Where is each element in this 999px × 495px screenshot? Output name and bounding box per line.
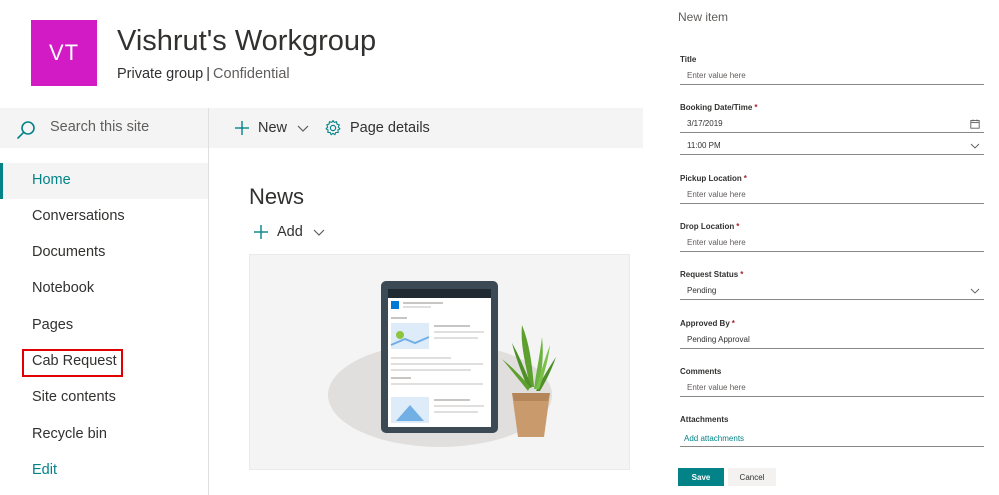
booking-time-select[interactable]: 11:00 PM bbox=[680, 137, 984, 155]
cab-request-highlight bbox=[22, 349, 123, 377]
gear-icon bbox=[325, 119, 341, 136]
request-status-label: Request Status * bbox=[680, 270, 743, 279]
nav-item-home[interactable]: Home bbox=[0, 163, 208, 199]
nav-item-recycle-bin[interactable]: Recycle bin bbox=[0, 417, 208, 453]
pickup-location-placeholder: Enter value here bbox=[687, 190, 746, 199]
nav-item-label: Site contents bbox=[32, 389, 116, 405]
nav-item-notebook[interactable]: Notebook bbox=[0, 271, 208, 307]
approved-by-label: Approved By * bbox=[680, 319, 735, 328]
nav-item-site-contents[interactable]: Site contents bbox=[0, 380, 208, 416]
site-search-box[interactable]: Search this site bbox=[0, 108, 208, 148]
title-input-placeholder: Enter value here bbox=[687, 71, 746, 80]
page-details-button[interactable]: Page details bbox=[324, 117, 430, 139]
booking-time-value: 11:00 PM bbox=[687, 141, 721, 150]
drop-location-label: Drop Location * bbox=[680, 222, 739, 231]
nav-item-label: Recycle bin bbox=[32, 426, 107, 442]
site-logo[interactable]: VT bbox=[31, 20, 97, 86]
required-marker: * bbox=[731, 319, 735, 328]
new-button[interactable]: New bbox=[234, 117, 309, 139]
field-label-text: Request Status bbox=[680, 270, 739, 279]
page-details-label: Page details bbox=[350, 120, 430, 136]
field-label-text: Booking Date/Time bbox=[680, 103, 753, 112]
field-label-text: Attachments bbox=[680, 415, 729, 424]
command-bar: New Page details bbox=[209, 108, 643, 148]
required-marker: * bbox=[736, 222, 740, 231]
field-label-text: Title bbox=[680, 55, 697, 64]
nav-divider bbox=[208, 108, 209, 495]
chevron-down-icon bbox=[297, 125, 309, 132]
news-placeholder-panel bbox=[249, 254, 630, 470]
classification-label: Confidential bbox=[213, 66, 290, 82]
news-add-button[interactable]: Add bbox=[253, 222, 325, 242]
news-add-label: Add bbox=[277, 224, 303, 240]
title-input[interactable]: Enter value here bbox=[680, 67, 984, 85]
search-icon bbox=[17, 121, 35, 139]
nav-item-label: Pages bbox=[32, 317, 74, 333]
group-type: Private group bbox=[117, 66, 204, 82]
title-field-label: Title bbox=[680, 55, 696, 64]
comments-placeholder: Enter value here bbox=[687, 383, 746, 392]
drop-location-input[interactable]: Enter value here bbox=[680, 234, 984, 252]
field-label-text: Drop Location bbox=[680, 222, 735, 231]
site-logo-initials: VT bbox=[48, 40, 80, 65]
nav-item-label: Edit bbox=[32, 462, 57, 478]
chevron-down-icon bbox=[970, 288, 980, 294]
field-label-text: Comments bbox=[680, 367, 722, 376]
plus-icon bbox=[235, 121, 249, 135]
news-title: News bbox=[249, 184, 305, 209]
nav-edit-link[interactable]: Edit bbox=[0, 453, 208, 489]
attachments-label: Attachments bbox=[680, 415, 728, 424]
approved-by-input[interactable]: Pending Approval bbox=[680, 331, 984, 349]
news-illustration-image bbox=[328, 281, 556, 447]
booking-datetime-label: Booking Date/Time * bbox=[680, 103, 757, 112]
comments-label: Comments bbox=[680, 367, 721, 376]
comments-input[interactable]: Enter value here bbox=[680, 379, 984, 397]
subtitle-separator: | bbox=[206, 66, 211, 82]
required-marker: * bbox=[740, 270, 744, 279]
nav-item-label: Home bbox=[32, 172, 71, 188]
chevron-down-icon bbox=[313, 229, 325, 236]
approved-by-value: Pending Approval bbox=[687, 335, 750, 344]
drop-location-placeholder: Enter value here bbox=[687, 238, 746, 247]
chevron-down-icon bbox=[970, 143, 980, 149]
booking-date-value: 3/17/2019 bbox=[687, 119, 723, 128]
booking-date-input[interactable]: 3/17/2019 bbox=[680, 115, 984, 133]
request-status-select[interactable]: Pending bbox=[680, 282, 984, 300]
save-button[interactable]: Save bbox=[678, 468, 724, 486]
pickup-location-input[interactable]: Enter value here bbox=[680, 186, 984, 204]
nav-item-label: Notebook bbox=[32, 280, 95, 296]
nav-item-conversations[interactable]: Conversations bbox=[0, 199, 208, 235]
nav-item-label: Conversations bbox=[32, 208, 125, 224]
plus-icon bbox=[254, 225, 268, 239]
new-button-label: New bbox=[258, 120, 288, 136]
add-attachments-link[interactable]: Add attachments bbox=[684, 434, 744, 443]
cancel-button[interactable]: Cancel bbox=[728, 468, 776, 486]
request-status-value: Pending bbox=[687, 286, 717, 295]
pickup-location-label: Pickup Location * bbox=[680, 174, 747, 183]
nav-item-pages[interactable]: Pages bbox=[0, 308, 208, 344]
panel-title: New item bbox=[678, 10, 729, 24]
field-label-text: Pickup Location bbox=[680, 174, 742, 183]
required-marker: * bbox=[754, 103, 758, 112]
save-button-label: Save bbox=[691, 472, 711, 482]
nav-item-documents[interactable]: Documents bbox=[0, 235, 208, 271]
search-input[interactable]: Search this site bbox=[50, 119, 149, 135]
cancel-button-label: Cancel bbox=[739, 472, 765, 482]
calendar-icon[interactable] bbox=[970, 119, 980, 129]
nav-item-label: Documents bbox=[32, 244, 106, 260]
site-title[interactable]: Vishrut's Workgroup bbox=[117, 25, 376, 58]
required-marker: * bbox=[743, 174, 747, 183]
attachments-divider bbox=[680, 446, 984, 447]
new-item-panel: New item Title Enter value here Booking … bbox=[660, 0, 999, 495]
site-subtitle: Private group | Confidential bbox=[117, 66, 290, 82]
field-label-text: Approved By bbox=[680, 319, 730, 328]
